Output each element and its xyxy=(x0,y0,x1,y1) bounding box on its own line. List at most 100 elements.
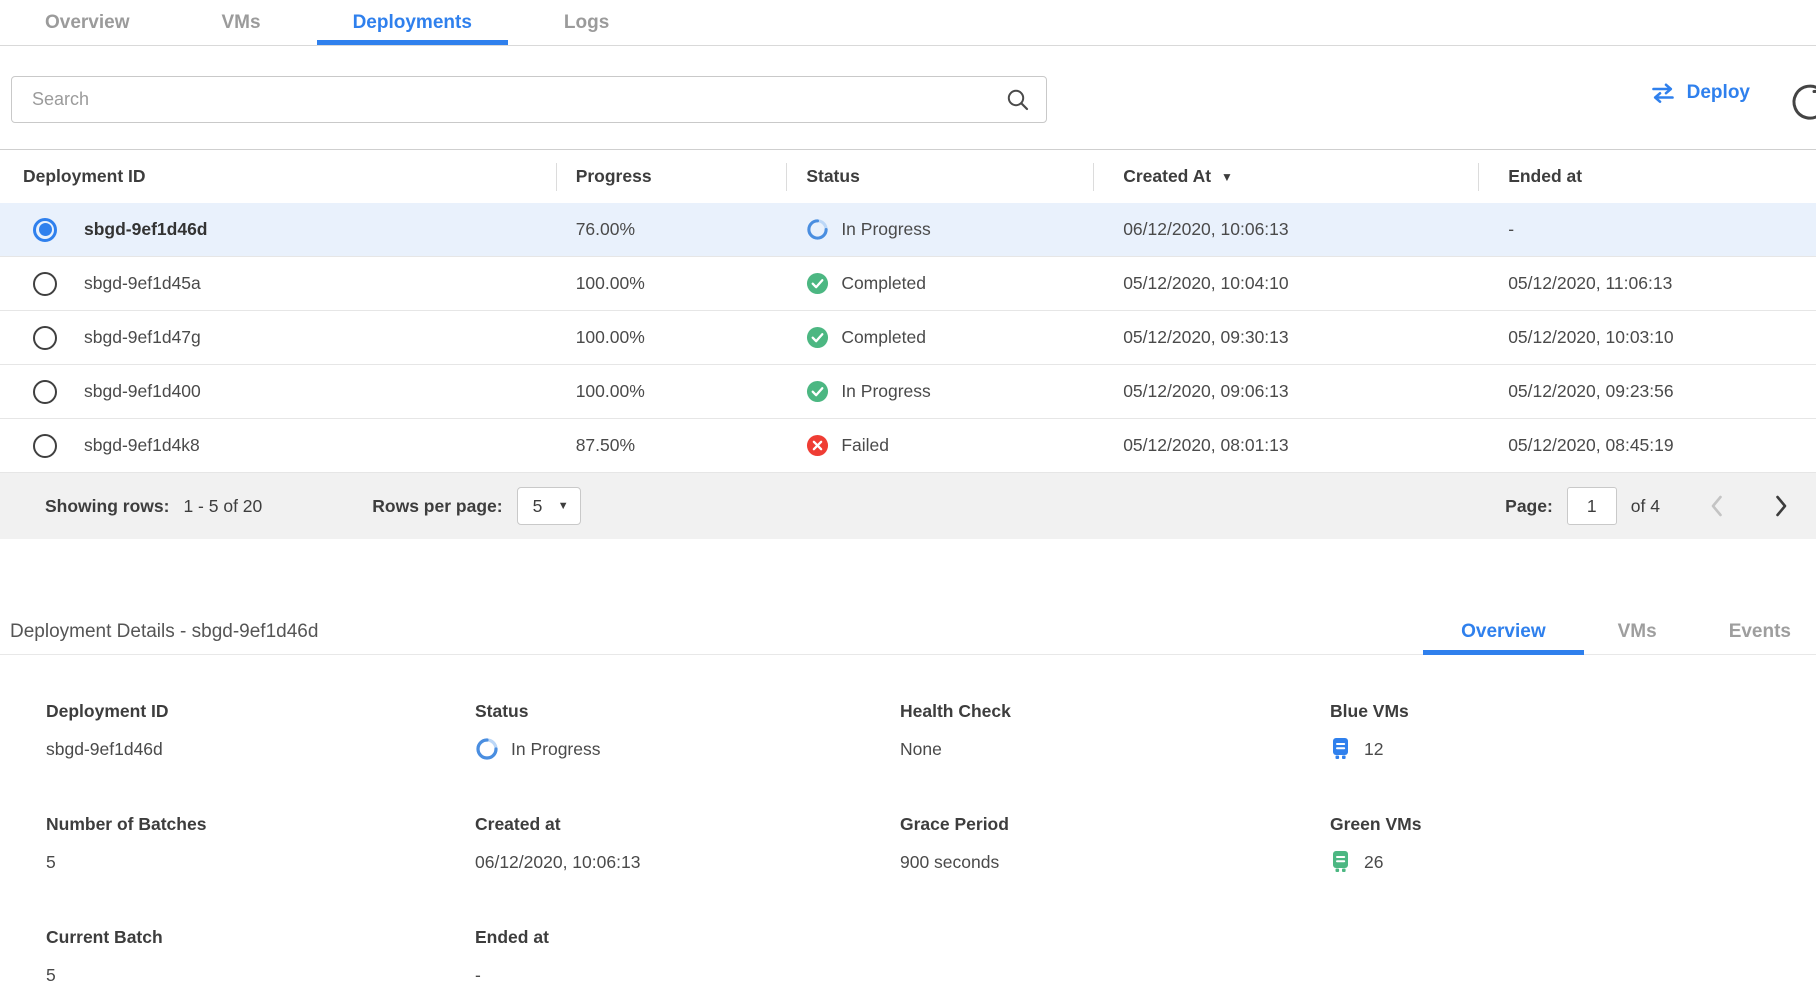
field-label: Grace Period xyxy=(900,814,1330,835)
field-ended-at: Ended at - xyxy=(475,927,900,987)
field-number-of-batches: Number of Batches 5 xyxy=(46,814,475,874)
row-radio[interactable] xyxy=(33,380,57,404)
column-header-created-at[interactable]: Created At ▼ xyxy=(1093,150,1478,203)
status-text: Failed xyxy=(841,435,889,456)
row-radio-selected[interactable] xyxy=(33,218,57,242)
created-at-value: 05/12/2020, 08:01:13 xyxy=(1093,435,1478,456)
table-row[interactable]: sbgd-9ef1d45a 100.00% Completed 05/12/20… xyxy=(0,257,1816,311)
details-tab-overview[interactable]: Overview xyxy=(1461,609,1546,654)
field-created-at: Created at 06/12/2020, 10:06:13 xyxy=(475,814,900,874)
field-value: None xyxy=(900,739,942,760)
field-value: 26 xyxy=(1364,852,1383,873)
column-header-status[interactable]: Status xyxy=(786,150,1093,203)
field-value: 12 xyxy=(1364,739,1383,760)
rows-per-page-label: Rows per page: xyxy=(372,496,502,517)
status-text: Completed xyxy=(841,327,926,348)
status-text: In Progress xyxy=(841,219,930,240)
page-total-label: of 4 xyxy=(1631,496,1660,517)
table-row[interactable]: sbgd-9ef1d47g 100.00% Completed 05/12/20… xyxy=(0,311,1816,365)
tab-deployments[interactable]: Deployments xyxy=(353,0,472,45)
field-label: Blue VMs xyxy=(1330,701,1816,722)
search-input[interactable] xyxy=(11,76,1047,123)
tab-overview[interactable]: Overview xyxy=(45,0,130,45)
deployment-id: sbgd-9ef1d4k8 xyxy=(84,435,200,456)
tab-logs[interactable]: Logs xyxy=(564,0,609,45)
column-header-ended-at[interactable]: Ended at xyxy=(1478,150,1816,203)
created-at-value: 06/12/2020, 10:06:13 xyxy=(1093,219,1478,240)
details-header: Deployment Details - sbgd-9ef1d46d Overv… xyxy=(0,609,1816,655)
table-row[interactable]: sbgd-9ef1d400 100.00% In Progress 05/12/… xyxy=(0,365,1816,419)
field-value: 900 seconds xyxy=(900,852,999,873)
field-label: Created at xyxy=(475,814,900,835)
table-row[interactable]: sbgd-9ef1d4k8 87.50% Failed 05/12/2020, … xyxy=(0,419,1816,473)
green-vm-icon xyxy=(1330,850,1352,874)
column-header-progress[interactable]: Progress xyxy=(556,150,787,203)
blue-vm-icon xyxy=(1330,737,1352,761)
ended-at-value: 05/12/2020, 09:23:56 xyxy=(1478,381,1816,402)
page-number-input[interactable] xyxy=(1567,487,1617,525)
deploy-button[interactable]: Deploy xyxy=(1650,82,1750,104)
deploy-label: Deploy xyxy=(1687,82,1750,104)
in-progress-spinner-icon xyxy=(806,218,829,241)
deployment-id: sbgd-9ef1d46d xyxy=(84,219,208,240)
field-label: Health Check xyxy=(900,701,1330,722)
toolbar: Deploy xyxy=(0,46,1816,149)
swap-arrows-icon xyxy=(1650,82,1676,104)
row-radio[interactable] xyxy=(33,326,57,350)
field-label: Number of Batches xyxy=(46,814,475,835)
details-tab-vms[interactable]: VMs xyxy=(1618,609,1657,654)
field-value: 5 xyxy=(46,852,56,873)
details-tab-bar: Overview VMs Events xyxy=(1461,609,1791,654)
previous-page-icon[interactable] xyxy=(1706,493,1728,519)
field-label: Deployment ID xyxy=(46,701,475,722)
completed-check-icon xyxy=(806,326,829,349)
dropdown-caret-icon: ▼ xyxy=(558,500,569,512)
status-text: Completed xyxy=(841,273,926,294)
deployment-id: sbgd-9ef1d47g xyxy=(84,327,201,348)
field-current-batch: Current Batch 5 xyxy=(46,927,475,987)
deployment-id: sbgd-9ef1d400 xyxy=(84,381,201,402)
column-header-deployment-id[interactable]: Deployment ID xyxy=(0,150,556,203)
row-radio[interactable] xyxy=(33,272,57,296)
table-row[interactable]: sbgd-9ef1d46d 76.00% In Progress 06/12/2… xyxy=(0,203,1816,257)
field-label: Ended at xyxy=(475,927,900,948)
field-value: - xyxy=(475,965,481,986)
in-progress-spinner-icon xyxy=(475,737,499,761)
field-blue-vms: Blue VMs 12 xyxy=(1330,701,1816,761)
top-tab-bar: Overview VMs Deployments Logs xyxy=(0,0,1816,46)
progress-value: 76.00% xyxy=(556,219,787,240)
details-tab-events[interactable]: Events xyxy=(1729,609,1791,654)
field-value: 06/12/2020, 10:06:13 xyxy=(475,852,640,873)
table-footer: Showing rows: 1 - 5 of 20 Rows per page:… xyxy=(0,473,1816,539)
details-title: Deployment Details - sbgd-9ef1d46d xyxy=(10,621,318,643)
sort-desc-icon: ▼ xyxy=(1221,170,1233,184)
rows-per-page-select[interactable]: 5 ▼ xyxy=(517,487,581,525)
table-header-row: Deployment ID Progress Status Created At… xyxy=(0,150,1816,203)
ended-at-value: 05/12/2020, 11:06:13 xyxy=(1478,273,1816,294)
field-value: sbgd-9ef1d46d xyxy=(46,739,163,760)
status-text: In Progress xyxy=(841,381,930,402)
progress-value: 100.00% xyxy=(556,381,787,402)
showing-rows-label: Showing rows: xyxy=(45,496,169,517)
completed-check-icon xyxy=(806,380,829,403)
created-at-value: 05/12/2020, 09:30:13 xyxy=(1093,327,1478,348)
failed-x-icon xyxy=(806,434,829,457)
field-green-vms: Green VMs 26 xyxy=(1330,814,1816,874)
showing-rows-value: 1 - 5 of 20 xyxy=(183,496,262,517)
field-label: Current Batch xyxy=(46,927,475,948)
refresh-icon[interactable] xyxy=(1788,80,1816,124)
completed-check-icon xyxy=(806,272,829,295)
field-health-check: Health Check None xyxy=(900,701,1330,761)
next-page-icon[interactable] xyxy=(1770,493,1792,519)
field-label: Status xyxy=(475,701,900,722)
progress-value: 100.00% xyxy=(556,273,787,294)
field-value: In Progress xyxy=(511,739,600,760)
tab-vms[interactable]: VMs xyxy=(222,0,261,45)
page-label: Page: xyxy=(1505,496,1553,517)
deployments-table: Deployment ID Progress Status Created At… xyxy=(0,149,1816,539)
deployment-id: sbgd-9ef1d45a xyxy=(84,273,201,294)
ended-at-value: - xyxy=(1478,219,1816,240)
row-radio[interactable] xyxy=(33,434,57,458)
field-grace-period: Grace Period 900 seconds xyxy=(900,814,1330,874)
field-deployment-id: Deployment ID sbgd-9ef1d46d xyxy=(46,701,475,761)
